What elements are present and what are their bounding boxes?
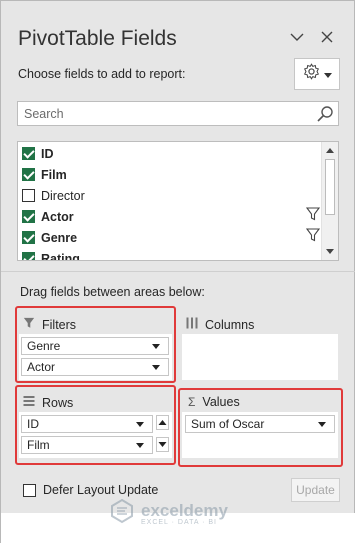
columns-area[interactable] [182, 334, 338, 380]
dropdown-caret-icon [323, 65, 332, 83]
watermark-logo-icon [109, 498, 135, 529]
divider [1, 271, 355, 272]
tools-button[interactable] [294, 58, 340, 90]
field-item-actor[interactable]: Actor [18, 206, 321, 227]
field-list: ID Film Director Actor Genre Rating [17, 141, 339, 261]
field-list-scrollbar[interactable] [321, 142, 338, 260]
field-label: Rating [41, 251, 80, 261]
field-label: ID [41, 146, 54, 161]
rows-highlight [15, 385, 176, 465]
search-input[interactable] [18, 102, 308, 125]
drag-instructions: Drag fields between areas below: [20, 285, 205, 299]
field-checkbox[interactable] [22, 189, 35, 202]
field-label: Director [41, 188, 85, 203]
field-label: Film [41, 167, 67, 182]
filters-highlight [15, 306, 176, 383]
close-icon[interactable] [315, 25, 339, 49]
columns-title: Columns [205, 317, 255, 332]
chevron-down-icon[interactable] [285, 25, 309, 49]
search-box [17, 101, 339, 126]
search-icon[interactable] [316, 105, 334, 128]
field-item-genre[interactable]: Genre [18, 227, 321, 248]
pivottable-fields-pane: PivotTable Fields Choose fields to add t… [0, 0, 355, 543]
field-checkbox[interactable] [22, 147, 35, 160]
columns-icon [186, 317, 198, 332]
filter-icon[interactable] [305, 228, 321, 247]
field-checkbox[interactable] [22, 252, 35, 260]
choose-fields-label: Choose fields to add to report: [18, 67, 186, 81]
scroll-thumb[interactable] [325, 159, 335, 215]
field-checkbox[interactable] [22, 231, 35, 244]
field-checkbox[interactable] [22, 210, 35, 223]
watermark: exceldemy EXCEL · DATA · BI [109, 498, 228, 529]
field-label: Genre [41, 230, 78, 245]
defer-layout-label: Defer Layout Update [43, 483, 159, 497]
values-highlight [178, 388, 343, 467]
scroll-down-icon[interactable] [326, 249, 334, 254]
field-item-film[interactable]: Film [18, 164, 318, 185]
gear-icon [303, 63, 320, 85]
field-item-rating[interactable]: Rating [18, 248, 318, 261]
defer-layout-checkbox[interactable] [23, 484, 36, 497]
watermark-subtitle: EXCEL · DATA · BI [141, 518, 217, 526]
field-item-id[interactable]: ID [18, 143, 318, 164]
field-item-director[interactable]: Director [18, 185, 318, 206]
field-label: Actor [41, 209, 74, 224]
scroll-up-icon[interactable] [326, 148, 334, 153]
filter-icon[interactable] [305, 207, 321, 226]
field-checkbox[interactable] [22, 168, 35, 181]
columns-area-header: Columns [186, 317, 254, 332]
pane-title: PivotTable Fields [18, 27, 177, 50]
watermark-name: exceldemy [141, 500, 228, 520]
update-button[interactable]: Update [291, 478, 340, 502]
